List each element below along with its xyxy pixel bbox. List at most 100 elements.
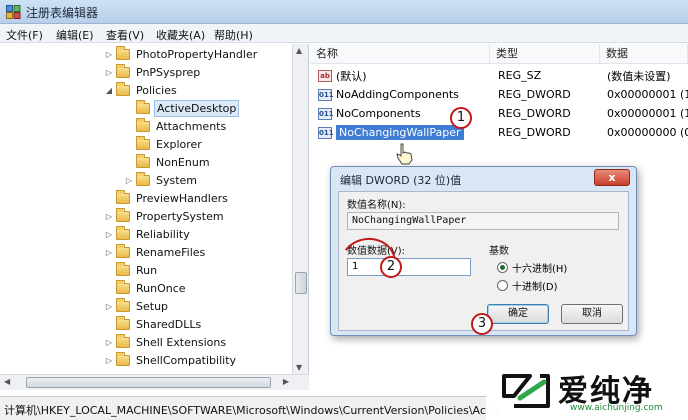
expand-icon[interactable]: ▷ xyxy=(104,356,114,365)
expand-icon[interactable]: ▷ xyxy=(104,68,114,77)
list-row[interactable]: ab (默认) REG_SZ (数值未设置) xyxy=(310,66,688,85)
value-name: NoChangingWallPaper xyxy=(336,125,464,140)
tree-item-photopropertyhandler[interactable]: ▷ PhotoPropertyHandler xyxy=(104,45,259,63)
folder-open-icon xyxy=(116,81,130,96)
list-row[interactable]: 011 NoComponents REG_DWORD 0x00000001 (1… xyxy=(310,104,688,123)
folder-icon xyxy=(116,297,130,312)
tree-item-label: Setup xyxy=(136,299,169,313)
radio-selected-icon[interactable] xyxy=(497,262,508,273)
dialog-title: 编辑 DWORD (32 位)值 xyxy=(340,174,462,187)
folder-icon xyxy=(136,171,150,186)
step-badge-1: 1 xyxy=(450,107,472,129)
scroll-left-icon[interactable]: ◀ xyxy=(4,377,10,386)
tree-item-reliability[interactable]: ▷ Reliability xyxy=(104,225,192,243)
tree-item-runonce[interactable]: RunOnce xyxy=(104,279,188,297)
expand-icon[interactable]: ▷ xyxy=(104,230,114,239)
tree-item-setup[interactable]: ▷ Setup xyxy=(104,297,170,315)
collapse-icon[interactable]: ◢ xyxy=(104,86,114,95)
tree-item-label: PropertySystem xyxy=(136,209,224,223)
list-row-selected[interactable]: 011 NoChangingWallPaper REG_DWORD 0x0000… xyxy=(310,123,688,142)
tree-item-pnpsysprep[interactable]: ▷ PnPSysprep xyxy=(104,63,202,81)
folder-icon xyxy=(116,261,130,276)
tree-horizontal-scrollbar[interactable]: ◀ ▶ xyxy=(0,374,309,390)
tree-item-label: System xyxy=(156,173,198,187)
column-header-data[interactable]: 数据 xyxy=(600,44,688,64)
folder-icon xyxy=(116,207,130,222)
folder-icon xyxy=(116,351,130,366)
menu-file[interactable]: 文件(F) xyxy=(6,27,43,43)
registry-path: 计算机\HKEY_LOCAL_MACHINE\SOFTWARE\Microsof… xyxy=(4,404,500,417)
scroll-down-icon[interactable]: ▼ xyxy=(296,363,302,372)
tree-item-previewhandlers[interactable]: PreviewHandlers xyxy=(104,189,230,207)
dword-value-icon: 011 xyxy=(318,88,334,101)
tree-item-label: PhotoPropertyHandler xyxy=(136,47,258,61)
value-data: 0x00000001 (1) xyxy=(607,107,688,120)
radio-decimal[interactable]: 十进制(D) xyxy=(497,278,558,293)
tree-item-policies[interactable]: ◢ Policies xyxy=(104,81,179,99)
tree-item-label: Explorer xyxy=(156,137,202,151)
base-group-label: 基数 xyxy=(489,246,509,257)
radio-unselected-icon[interactable] xyxy=(497,280,508,291)
tree-item-renamefiles[interactable]: ▷ RenameFiles xyxy=(104,243,207,261)
expand-icon[interactable]: ▷ xyxy=(104,212,114,221)
close-button[interactable]: x xyxy=(594,169,630,186)
scroll-right-icon[interactable]: ▶ xyxy=(283,377,289,386)
expand-icon[interactable]: ▷ xyxy=(104,248,114,257)
value-name: NoAddingComponents xyxy=(336,88,459,101)
cancel-button[interactable]: 取消 xyxy=(561,304,623,324)
menu-edit[interactable]: 编辑(E) xyxy=(56,27,94,43)
value-name: NoComponents xyxy=(336,107,421,120)
radio-hex[interactable]: 十六进制(H) xyxy=(497,260,567,275)
tree-item-nonenum[interactable]: NonEnum xyxy=(124,153,212,171)
column-header-name[interactable]: 名称 xyxy=(310,44,490,64)
scroll-thumb[interactable] xyxy=(295,272,307,294)
tree-item-label: RenameFiles xyxy=(136,245,206,259)
expand-icon[interactable]: ▷ xyxy=(104,50,114,59)
folder-icon xyxy=(116,243,130,258)
tree-item-attachments[interactable]: Attachments xyxy=(124,117,228,135)
menu-favorites[interactable]: 收藏夹(A) xyxy=(156,27,205,43)
tree-item-activedesktop[interactable]: ActiveDesktop xyxy=(124,99,240,117)
scroll-up-icon[interactable]: ▲ xyxy=(296,46,302,55)
menu-view[interactable]: 查看(V) xyxy=(106,27,144,43)
step-badge-2: 2 xyxy=(380,256,402,278)
value-type: REG_DWORD xyxy=(498,126,571,139)
expand-icon[interactable]: ▷ xyxy=(104,338,114,347)
tree-item-label: PnPSysprep xyxy=(136,65,201,79)
tree-item-explorer[interactable]: Explorer xyxy=(124,135,204,153)
menu-help[interactable]: 帮助(H) xyxy=(214,27,253,43)
tree-item-propertysystem[interactable]: ▷ PropertySystem xyxy=(104,207,226,225)
scroll-thumb[interactable] xyxy=(26,377,271,388)
tree-item-shellcompatibility[interactable]: ▷ ShellCompatibility xyxy=(104,351,238,369)
expand-icon[interactable]: ▷ xyxy=(104,302,114,311)
tree-item-label: RunOnce xyxy=(136,281,186,295)
folder-icon xyxy=(116,315,130,330)
watermark: 爱纯净 www.aichunjing.com xyxy=(486,362,688,420)
ok-button[interactable]: 确定 xyxy=(487,304,549,324)
brand-logo-icon xyxy=(502,374,550,408)
column-header-type[interactable]: 类型 xyxy=(490,44,600,64)
folder-icon xyxy=(116,333,130,348)
registry-app-icon xyxy=(6,5,21,19)
folder-icon xyxy=(116,279,130,294)
folder-icon xyxy=(116,63,130,78)
value-data: (数值未设置) xyxy=(607,69,671,83)
tree-item-shell-extensions[interactable]: ▷ Shell Extensions xyxy=(104,333,228,351)
tree-vertical-scrollbar[interactable]: ▲ ▼ xyxy=(292,44,308,374)
tree-item-run[interactable]: Run xyxy=(104,261,159,279)
tree-item-shareddlls[interactable]: SharedDLLs xyxy=(104,315,203,333)
folder-icon xyxy=(116,225,130,240)
expand-icon[interactable]: ▷ xyxy=(124,176,134,185)
registry-tree[interactable]: ▷ PhotoPropertyHandler ▷ PnPSysprep ◢ Po… xyxy=(0,44,309,374)
value-type: REG_DWORD xyxy=(498,107,571,120)
tree-item-label: Shell Extensions xyxy=(136,335,227,349)
title-bar: 注册表编辑器 xyxy=(0,0,688,24)
tree-item-label: Policies xyxy=(136,83,177,97)
list-row[interactable]: 011 NoAddingComponents REG_DWORD 0x00000… xyxy=(310,85,688,104)
brand-url: www.aichunjing.com xyxy=(570,403,663,413)
folder-icon xyxy=(136,153,150,168)
menu-bar: 文件(F) 编辑(E) 查看(V) 收藏夹(A) 帮助(H) xyxy=(0,24,688,43)
tree-item-label: PreviewHandlers xyxy=(136,191,228,205)
tree-item-system[interactable]: ▷ System xyxy=(124,171,199,189)
dword-value-icon: 011 xyxy=(318,107,334,120)
